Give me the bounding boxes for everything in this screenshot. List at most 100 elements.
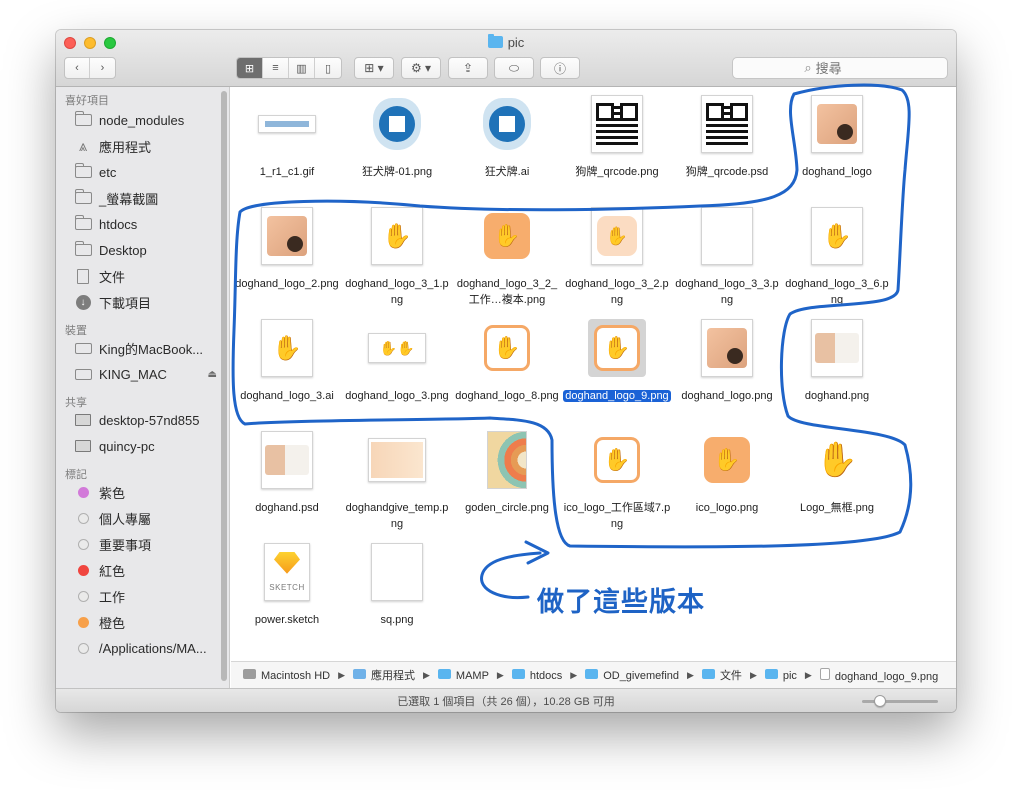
dog-photo-thumbnail xyxy=(811,319,863,377)
file-item[interactable]: doghand_logo_3_3.png xyxy=(671,207,783,308)
path-item[interactable]: OD_givemefind xyxy=(585,668,679,682)
file-item[interactable]: 狗牌_qrcode.png xyxy=(561,95,673,180)
sidebar-item-label: node_modules xyxy=(99,112,185,128)
arrange-button[interactable]: ⊞ ▾ xyxy=(354,57,394,79)
file-item[interactable]: ✋ doghand_logo_3_2.png xyxy=(561,207,673,308)
file-item[interactable]: sq.png xyxy=(341,543,453,628)
eject-icon[interactable]: ⏏ xyxy=(208,369,217,380)
chevron-right-icon: ▶ xyxy=(570,669,578,680)
icon-view-button[interactable]: ⊞ xyxy=(237,58,263,78)
sidebar: 喜好項目 node_modules ⩓ 應用程式 etc _螢幕截圖htdocs Deskt… xyxy=(56,87,230,688)
sidebar-item[interactable]: 重要事項 xyxy=(56,531,229,557)
path-bar: Macintosh HD ▶ 應用程式 ▶ MAMP ▶ htdocs ▶ OD_givemef… xyxy=(231,661,956,688)
sidebar-item[interactable]: /Applications/MA... xyxy=(56,635,229,661)
file-item[interactable]: ✋ ico_logo.png xyxy=(671,431,783,516)
file-name: doghand_logo_3_2.png xyxy=(565,278,669,306)
sidebar-item[interactable]: quincy-pc xyxy=(56,433,229,459)
sidebar-item-label: 橙色 xyxy=(99,615,126,631)
path-item-label: 應用程式 xyxy=(371,670,415,682)
path-item[interactable]: 應用程式 xyxy=(353,667,415,683)
file-item[interactable]: SKETCH power.sketch xyxy=(231,543,343,628)
file-item[interactable]: ✋ doghand_logo_3_6.png xyxy=(781,207,893,308)
search-input[interactable] xyxy=(815,60,876,76)
get-info-button[interactable]: ⓘ xyxy=(540,57,580,79)
tags-button[interactable]: ⬭ xyxy=(494,57,534,79)
file-item[interactable]: doghand_logo.png xyxy=(671,319,783,404)
icon-size-slider[interactable] xyxy=(862,695,938,707)
file-name: doghand.psd xyxy=(255,502,319,514)
file-item[interactable]: doghand_logo xyxy=(781,95,893,180)
file-item[interactable]: doghand.png xyxy=(781,319,893,404)
share-button[interactable]: ⇪ xyxy=(448,57,488,79)
action-button[interactable]: ⚙ ▾ xyxy=(401,57,441,79)
sidebar-item[interactable]: KING_MAC ⏏ xyxy=(56,361,229,387)
file-item[interactable]: ✋ doghand_logo_9.png xyxy=(561,319,673,404)
file-item[interactable]: ✋✋ doghand_logo_3.png xyxy=(341,319,453,404)
sidebar-item[interactable]: _螢幕截圖 xyxy=(56,185,229,211)
file-item[interactable]: 狂犬牌-01.png xyxy=(341,95,453,180)
list-view-button[interactable]: ≡ xyxy=(263,58,289,78)
file-name: doghand_logo_9.png xyxy=(563,390,671,402)
slider-knob[interactable] xyxy=(874,695,886,707)
sidebar-item[interactable]: htdocs xyxy=(56,211,229,237)
file-item[interactable]: 狂犬牌.ai xyxy=(451,95,563,180)
path-item[interactable]: htdocs xyxy=(511,668,562,682)
file-item[interactable]: ✋ doghand_logo_3_1.png xyxy=(341,207,453,308)
sidebar-item[interactable]: ⩓ 應用程式 xyxy=(56,133,229,159)
sidebar-item[interactable]: Desktop xyxy=(56,237,229,263)
back-button[interactable]: ‹ xyxy=(65,58,91,78)
path-item[interactable]: Macintosh HD xyxy=(243,668,330,682)
sidebar-item[interactable]: etc xyxy=(56,159,229,185)
document-icon xyxy=(74,268,92,284)
path-item[interactable]: 文件 xyxy=(701,667,742,683)
sidebar-item[interactable]: ↓ 下載項目 xyxy=(56,289,229,315)
file-name: doghand_logo_3_1.png xyxy=(345,278,449,306)
sidebar-section-title: 標記 xyxy=(65,469,87,481)
sidebar-scrollbar[interactable] xyxy=(221,91,227,681)
tag-dot-icon xyxy=(74,615,92,629)
search-field[interactable]: ⌕ xyxy=(732,57,948,79)
path-item-label: MAMP xyxy=(455,669,489,682)
file-icon xyxy=(819,667,830,680)
path-item[interactable]: pic xyxy=(764,668,797,682)
file-item[interactable]: ✋ doghand_logo_3.ai xyxy=(231,319,343,404)
app-icon xyxy=(353,669,366,679)
chevron-right-icon: ▶ xyxy=(804,669,812,680)
file-item[interactable]: doghand_logo_2.png xyxy=(231,207,343,292)
file-item[interactable]: goden_circle.png xyxy=(451,431,563,516)
path-item[interactable]: doghand_logo_9.png xyxy=(819,667,938,683)
sidebar-item-label: _螢幕截圖 xyxy=(99,191,159,207)
forward-button[interactable]: › xyxy=(90,58,115,78)
coverflow-view-button[interactable]: ▯ xyxy=(315,58,341,78)
sidebar-item-label: 應用程式 xyxy=(99,139,152,155)
sidebar-item[interactable]: node_modules xyxy=(56,107,229,133)
sidebar-item-label: KING_MAC xyxy=(99,366,167,382)
file-item[interactable]: ✋ ico_logo_工作區域7.png xyxy=(561,431,673,532)
tag-dot-icon xyxy=(74,641,92,655)
sidebar-item[interactable]: 個人專屬 xyxy=(56,505,229,531)
folder-icon xyxy=(585,668,599,679)
file-name: 狂犬牌.ai xyxy=(484,166,530,178)
file-item[interactable]: doghandgive_temp.png xyxy=(341,431,453,532)
folder-icon xyxy=(74,241,92,257)
sidebar-section-title: 喜好項目 xyxy=(65,95,109,107)
logo-thumbnail: ✋✋ xyxy=(368,333,426,363)
chevron-right-icon: ▶ xyxy=(687,669,694,680)
file-item[interactable]: ✋ Logo_無框.png xyxy=(781,431,893,516)
file-item[interactable]: ✋ doghand_logo_8.png xyxy=(451,319,563,404)
file-item[interactable]: ✋ doghand_logo_3_2_工作…複本.png xyxy=(451,207,563,308)
file-item[interactable]: 狗牌_qrcode.psd xyxy=(671,95,783,180)
folder-icon xyxy=(74,189,92,205)
sidebar-item[interactable]: 工作 xyxy=(56,583,229,609)
column-view-button[interactable]: ▥ xyxy=(289,58,315,78)
folder-icon xyxy=(701,669,715,679)
sidebar-item[interactable]: 紅色 xyxy=(56,557,229,583)
hand-photo-thumbnail xyxy=(701,319,753,377)
file-item[interactable]: doghand.psd xyxy=(231,431,343,516)
drive-icon xyxy=(74,367,92,381)
folder-icon xyxy=(74,215,92,231)
sidebar-item[interactable]: 文件 xyxy=(56,263,229,289)
file-item[interactable]: 1_r1_c1.gif xyxy=(231,95,343,180)
path-item[interactable]: MAMP xyxy=(437,668,489,682)
sidebar-item[interactable]: 橙色 xyxy=(56,609,229,635)
